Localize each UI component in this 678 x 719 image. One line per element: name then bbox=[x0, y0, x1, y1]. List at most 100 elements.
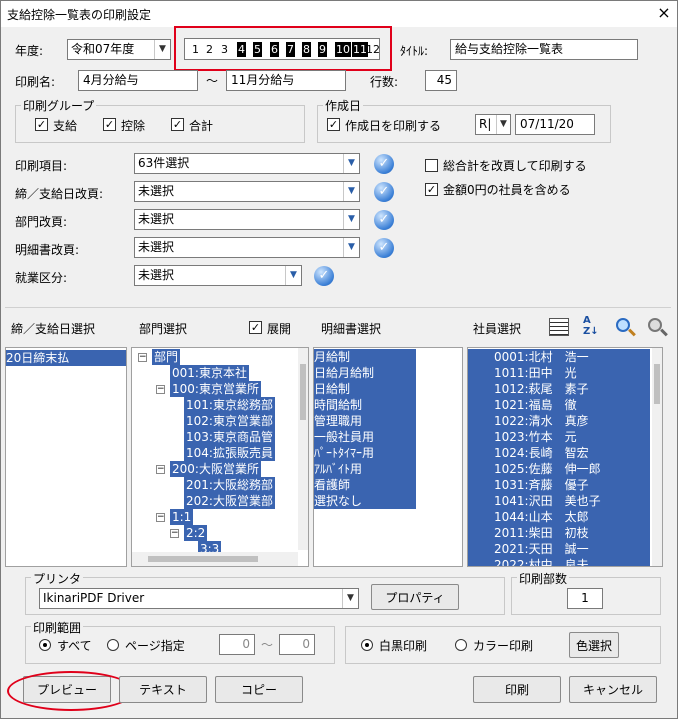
collapse-icon[interactable]: − bbox=[156, 385, 165, 394]
dialog-window: 支給控除一覧表の印刷設定 × 年度: 令和07年度 ▼ 1 2 3 4 5 6 7 8 9 10 1… bbox=[0, 0, 678, 719]
tree-item[interactable]: 102:東京営業部 bbox=[184, 413, 275, 429]
radio-color[interactable] bbox=[455, 639, 467, 651]
list-item[interactable]: 日給月給制 bbox=[314, 365, 416, 381]
title-field[interactable]: 給与支給控除一覧表 bbox=[450, 39, 638, 60]
tree-item[interactable]: 202:大阪営業部 bbox=[184, 493, 275, 509]
checkbox-print-date[interactable]: ✓ bbox=[327, 118, 340, 131]
list-item[interactable]: 日給制 bbox=[314, 381, 416, 397]
setting-row-label: 部門改頁: bbox=[15, 215, 68, 229]
expand-label: 展開 bbox=[267, 322, 292, 336]
tree-item[interactable]: 201:大阪総務部 bbox=[184, 477, 275, 493]
tree-item[interactable]: 101:東京総務部 bbox=[184, 397, 275, 413]
statement-list[interactable]: 月給制 日給月給制 日給制 時間給制 管理職用 一般社員用 ﾊﾟｰﾄﾀｲﾏｰ用 ｱﾙﾊﾞｲﾄ用… bbox=[313, 347, 463, 567]
closing-list[interactable]: 20日締末払 bbox=[5, 347, 127, 567]
list-view-icon[interactable] bbox=[549, 318, 569, 336]
tree-item[interactable]: 200:大阪営業所 bbox=[170, 461, 261, 477]
checkbox-include-zero[interactable]: ✓ bbox=[425, 183, 438, 196]
list-item[interactable]: 看護師 bbox=[314, 477, 416, 493]
close-icon[interactable]: × bbox=[653, 3, 675, 23]
check-circle-icon[interactable]: ✓ bbox=[374, 238, 394, 258]
list-item[interactable]: 月給制 bbox=[314, 349, 416, 365]
print-name-from-field[interactable]: 4月分給与 bbox=[78, 70, 198, 91]
list-item[interactable]: 2011:柴田 初枝 bbox=[468, 525, 650, 541]
lines-field[interactable]: 45 bbox=[425, 70, 457, 91]
sort-az-icon[interactable]: A Z↓ bbox=[583, 315, 605, 339]
list-item[interactable]: ﾊﾟｰﾄﾀｲﾏｰ用 bbox=[314, 445, 416, 461]
search-clear-icon[interactable] bbox=[647, 317, 669, 339]
collapse-icon[interactable]: − bbox=[156, 465, 165, 474]
page-from-field[interactable]: 0 bbox=[219, 634, 255, 655]
chevron-down-icon: ▼ bbox=[343, 154, 359, 173]
collapse-icon[interactable]: − bbox=[156, 513, 165, 522]
search-icon[interactable] bbox=[615, 317, 637, 339]
created-date-legend: 作成日 bbox=[323, 97, 364, 114]
setting-row-select[interactable]: 未選択 ▼ bbox=[134, 237, 360, 258]
checkbox-total[interactable]: ✓ bbox=[171, 118, 184, 131]
text-button[interactable]: テキスト bbox=[119, 676, 207, 703]
list-item[interactable]: 時間給制 bbox=[314, 397, 416, 413]
list-item[interactable]: 1023:竹本 元 bbox=[468, 429, 650, 445]
list-item[interactable]: 選択なし bbox=[314, 493, 416, 509]
page-to-field[interactable]: 0 bbox=[279, 634, 315, 655]
setting-row-select[interactable]: 未選択 ▼ bbox=[134, 181, 360, 202]
employee-vscroll[interactable] bbox=[652, 348, 662, 566]
list-item[interactable]: ｱﾙﾊﾞｲﾄ用 bbox=[314, 461, 416, 477]
dept-hscroll[interactable] bbox=[132, 552, 298, 566]
copies-field[interactable]: 1 bbox=[567, 588, 603, 609]
employee-list[interactable]: 0001:北村 浩一 1011:田中 光 1012:萩尾 素子 1021:福島 徹 10… bbox=[467, 347, 663, 567]
radio-mono[interactable] bbox=[361, 639, 373, 651]
tree-item[interactable]: 103:東京商品管 bbox=[184, 429, 275, 445]
list-item[interactable]: 1021:福島 徹 bbox=[468, 397, 650, 413]
list-item[interactable]: 0001:北村 浩一 bbox=[468, 349, 650, 365]
list-item[interactable]: 1025:佐藤 伸一郎 bbox=[468, 461, 650, 477]
cancel-button[interactable]: キャンセル bbox=[569, 676, 657, 703]
dept-vscroll[interactable] bbox=[298, 348, 308, 550]
list-item[interactable]: 1024:長崎 智宏 bbox=[468, 445, 650, 461]
list-item[interactable]: 2021:天田 誠一 bbox=[468, 541, 650, 557]
print-button[interactable]: 印刷 bbox=[473, 676, 561, 703]
checkbox-deduction[interactable]: ✓ bbox=[103, 118, 116, 131]
tree-item[interactable]: 100:東京営業所 bbox=[170, 381, 261, 397]
checkbox-revise-total[interactable] bbox=[425, 159, 438, 172]
copy-button[interactable]: コピー bbox=[215, 676, 303, 703]
checkbox-expand[interactable]: ✓ bbox=[249, 321, 262, 334]
tree-item[interactable]: 001:東京本社 bbox=[170, 365, 249, 381]
tree-item[interactable]: 1:1 bbox=[170, 509, 194, 525]
setting-row-select[interactable]: 63件選択 ▼ bbox=[134, 153, 360, 174]
tree-item[interactable]: 部門 bbox=[152, 349, 181, 365]
dept-tree[interactable]: 部門 −001:東京本社 100:東京営業所 −101:東京総務部 102:東京営業部 1… bbox=[131, 347, 309, 567]
check-circle-icon[interactable]: ✓ bbox=[374, 182, 394, 202]
check-circle-icon[interactable]: ✓ bbox=[314, 266, 334, 286]
properties-button[interactable]: プロパティ bbox=[371, 584, 459, 610]
year-select[interactable]: 令和07年度 ▼ bbox=[67, 39, 171, 60]
list-item[interactable]: 20日締末払 bbox=[6, 350, 126, 366]
list-item[interactable]: 1031:斉藤 優子 bbox=[468, 477, 650, 493]
printer-select[interactable]: IkinariPDF Driver ▼ bbox=[39, 588, 359, 609]
date-field[interactable]: 07/11/20 bbox=[515, 114, 595, 135]
color-select-button[interactable]: 色選択 bbox=[569, 632, 619, 658]
setting-row-select[interactable]: 未選択 ▼ bbox=[134, 265, 302, 286]
tree-item[interactable]: 2:2 bbox=[184, 525, 208, 541]
list-item[interactable]: 1012:萩尾 素子 bbox=[468, 381, 650, 397]
collapse-icon[interactable]: − bbox=[138, 353, 147, 362]
collapse-icon[interactable]: − bbox=[170, 529, 179, 538]
list-item[interactable]: 2022:村中 良夫 bbox=[468, 557, 650, 566]
check-circle-icon[interactable]: ✓ bbox=[374, 154, 394, 174]
check-circle-icon[interactable]: ✓ bbox=[374, 210, 394, 230]
list-item[interactable]: 1041:沢田 美也子 bbox=[468, 493, 650, 509]
radio-page-label: ページ指定 bbox=[125, 639, 185, 653]
checkbox-pay[interactable]: ✓ bbox=[35, 118, 48, 131]
setting-row-select[interactable]: 未選択 ▼ bbox=[134, 209, 360, 230]
list-item[interactable]: 管理職用 bbox=[314, 413, 416, 429]
list-item[interactable]: 1044:山本 太郎 bbox=[468, 509, 650, 525]
era-select[interactable]: R| ▼ bbox=[475, 114, 511, 135]
list-item[interactable]: 一般社員用 bbox=[314, 429, 416, 445]
print-name-to-field[interactable]: 11月分給与 bbox=[226, 70, 346, 91]
chevron-down-icon: ▼ bbox=[496, 115, 510, 134]
radio-all[interactable] bbox=[39, 639, 51, 651]
chevron-down-icon: ▼ bbox=[343, 238, 359, 257]
list-item[interactable]: 1022:清水 真彦 bbox=[468, 413, 650, 429]
list-item[interactable]: 1011:田中 光 bbox=[468, 365, 650, 381]
radio-page[interactable] bbox=[107, 639, 119, 651]
tree-item[interactable]: 104:拡張販売員 bbox=[184, 445, 275, 461]
